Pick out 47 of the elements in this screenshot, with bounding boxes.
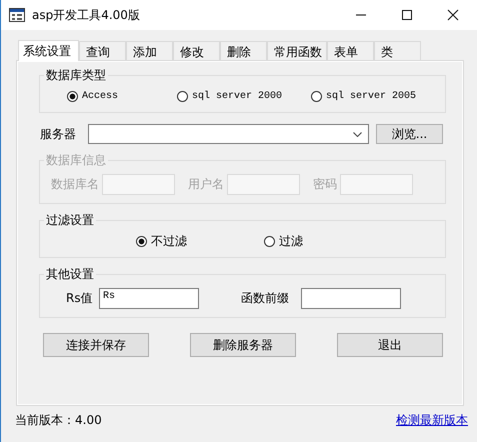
input-field[interactable]: Rs: [99, 288, 199, 308]
tab[interactable]: 删除: [220, 41, 267, 60]
version-text: 当前版本：4.00: [15, 412, 102, 429]
radio-label: 不过滤: [151, 232, 187, 250]
radio-icon[interactable]: [264, 236, 275, 246]
tab[interactable]: 类: [374, 41, 421, 60]
window-title: asp开发工具4.00版: [32, 6, 140, 24]
app-icon: [9, 8, 25, 22]
group-title: 过滤设置: [45, 212, 95, 229]
radio-label: sql server 2005: [326, 90, 416, 102]
radio-label: Access: [82, 90, 118, 102]
tab[interactable]: 常用函数: [267, 41, 327, 60]
tab[interactable]: 修改: [173, 41, 220, 60]
radio-icon[interactable]: [67, 90, 78, 102]
browse-button[interactable]: 浏览...: [376, 124, 443, 144]
tab[interactable]: 系统设置: [18, 40, 79, 61]
radio-option[interactable]: sql server 2000: [177, 90, 311, 102]
chevron-icon: [353, 132, 362, 136]
group-title: 其他设置: [45, 266, 95, 283]
field-label: 用户名: [188, 176, 224, 192]
group-title: 数据库类型: [45, 67, 107, 84]
radio-option[interactable]: Access: [67, 90, 177, 102]
radio-icon[interactable]: [311, 90, 322, 102]
radio-option[interactable]: 过滤: [264, 232, 303, 250]
radio-label: sql server 2000: [192, 90, 282, 102]
action-button[interactable]: 退出: [337, 333, 443, 357]
input-field[interactable]: [301, 288, 401, 308]
close-icon[interactable]: [447, 9, 459, 21]
group-title: 数据库信息: [45, 152, 107, 169]
tab[interactable]: 表单: [327, 41, 374, 60]
field-label: Rs值: [66, 290, 94, 306]
radio-icon[interactable]: [177, 90, 188, 102]
tab[interactable]: 添加: [126, 41, 173, 60]
field-label: 函数前缀: [241, 290, 290, 306]
server-dropdown[interactable]: [88, 124, 369, 144]
action-button[interactable]: 删除服务器: [190, 333, 296, 357]
maximize-icon[interactable]: [401, 9, 413, 21]
radio-icon[interactable]: [136, 236, 147, 246]
update-link[interactable]: 检测最新版本: [396, 412, 468, 429]
field-label: 数据库名: [51, 176, 99, 192]
radio-option[interactable]: 不过滤: [136, 232, 264, 250]
radio-option[interactable]: sql server 2005: [311, 90, 421, 102]
tab[interactable]: 查询: [79, 41, 126, 60]
action-button[interactable]: 连接并保存: [43, 333, 149, 357]
server-label: 服务器: [39, 126, 77, 142]
field-label: 密码: [313, 176, 337, 192]
radio-label: 过滤: [279, 232, 303, 250]
